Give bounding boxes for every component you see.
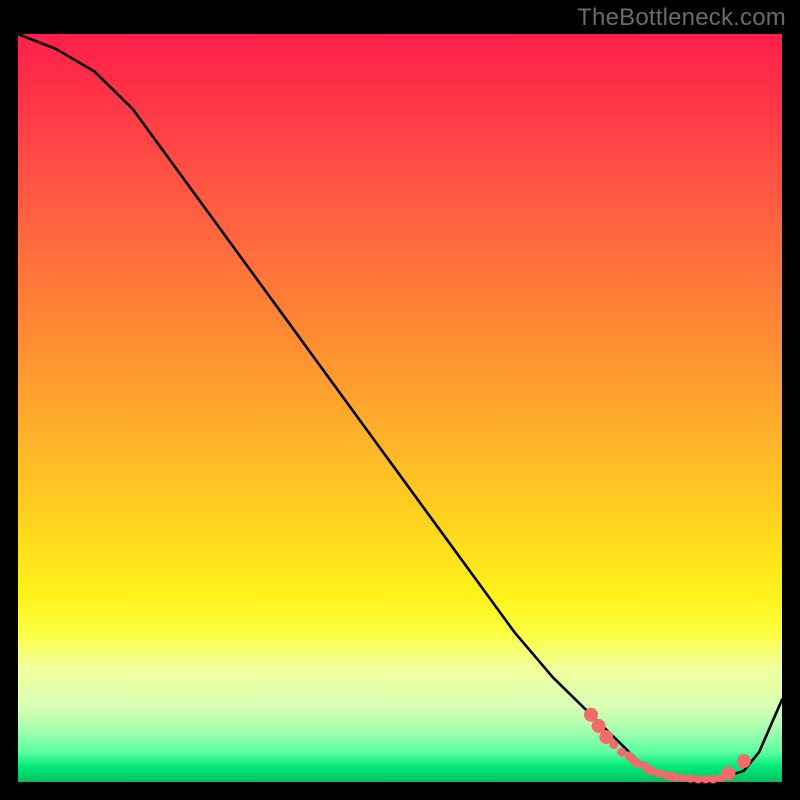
- optimal-dot: [678, 773, 687, 782]
- optimal-range-dots: [584, 708, 751, 784]
- optimal-dot: [686, 774, 695, 783]
- optimal-dot: [655, 769, 664, 778]
- optimal-dot: [737, 754, 751, 768]
- optimal-dot: [609, 740, 618, 749]
- optimal-dot: [722, 766, 736, 780]
- optimal-dot: [632, 758, 641, 767]
- optimal-dot: [671, 772, 680, 781]
- plot-area: [18, 34, 782, 782]
- optimal-dot: [709, 775, 718, 784]
- bottleneck-curve: [18, 34, 782, 780]
- watermark-text: TheBottleneck.com: [577, 4, 786, 32]
- curve-svg: [18, 34, 782, 782]
- optimal-dot: [648, 766, 657, 775]
- bottleneck-chart: TheBottleneck.com: [0, 0, 800, 800]
